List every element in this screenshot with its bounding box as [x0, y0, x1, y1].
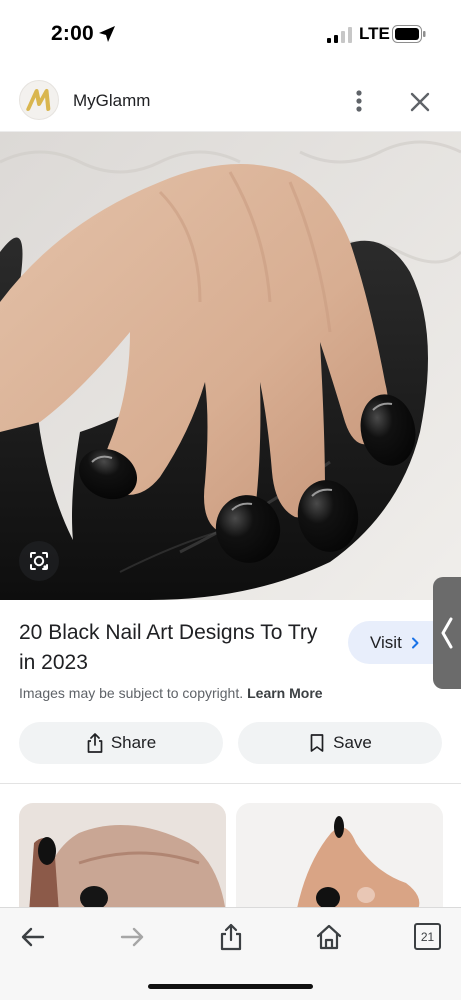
- status-bar: 2:00 LTE: [0, 0, 461, 70]
- source-header: MyGlamm: [0, 70, 461, 132]
- share-button[interactable]: Share: [19, 722, 223, 764]
- back-arrow-icon[interactable]: [19, 923, 47, 951]
- forward-arrow-icon[interactable]: [118, 923, 146, 951]
- lens-button[interactable]: [19, 541, 59, 581]
- status-time: 2:00: [51, 22, 94, 45]
- nail-photo: [0, 132, 461, 600]
- home-icon[interactable]: [315, 923, 343, 951]
- divider: [0, 783, 461, 784]
- learn-more-link[interactable]: Learn More: [247, 685, 322, 701]
- signal-icon: [327, 27, 352, 43]
- side-panel-handle[interactable]: [433, 577, 461, 689]
- more-vertical-icon[interactable]: [348, 88, 370, 114]
- myglamm-logo-icon: [26, 89, 51, 111]
- network-type: LTE: [359, 24, 390, 43]
- tab-count: 21: [420, 929, 435, 944]
- related-photo-1: [19, 803, 226, 913]
- related-photo-2: [236, 803, 443, 913]
- copyright-notice: Images may be subject to copyright. Learn…: [19, 685, 323, 701]
- tabs-icon[interactable]: 21: [414, 923, 441, 950]
- lens-icon: [30, 552, 48, 570]
- result-image[interactable]: [0, 132, 461, 600]
- related-image-1[interactable]: [19, 803, 226, 913]
- bookmark-icon: [310, 734, 324, 752]
- battery-icon: [392, 25, 426, 43]
- close-icon[interactable]: [406, 88, 434, 116]
- copyright-text: Images may be subject to copyright.: [19, 685, 244, 701]
- result-title[interactable]: 20 Black Nail Art Designs To Try in 2023: [19, 618, 339, 678]
- save-button[interactable]: Save: [238, 722, 442, 764]
- visit-button[interactable]: Visit: [348, 621, 444, 664]
- home-indicator[interactable]: [148, 984, 313, 989]
- chevron-right-icon: [411, 637, 419, 648]
- chevron-left-icon: [441, 617, 453, 649]
- share-icon: [87, 733, 103, 753]
- source-logo[interactable]: [19, 80, 59, 120]
- source-name[interactable]: MyGlamm: [73, 91, 150, 111]
- save-label: Save: [333, 733, 372, 752]
- visit-label: Visit: [370, 632, 402, 652]
- toolbar-share-icon[interactable]: [217, 923, 245, 951]
- related-image-2[interactable]: [236, 803, 443, 913]
- share-label: Share: [110, 733, 157, 752]
- location-arrow-icon: [99, 26, 115, 42]
